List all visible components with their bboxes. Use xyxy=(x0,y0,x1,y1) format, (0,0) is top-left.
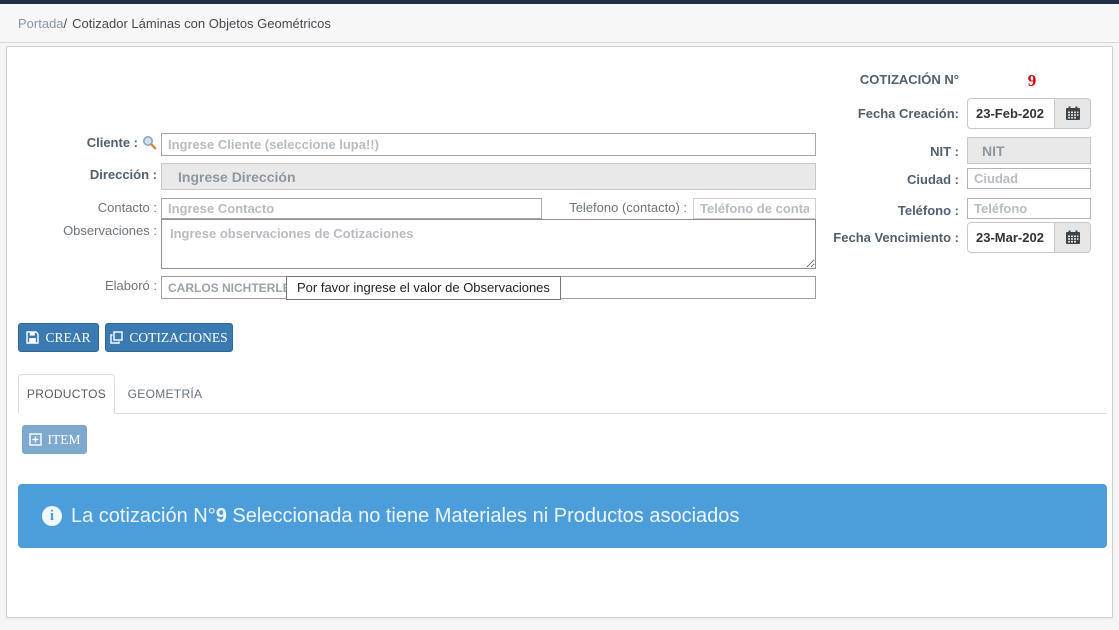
crear-button[interactable]: CREAR xyxy=(18,323,99,352)
fecha-vencimiento-input[interactable] xyxy=(968,223,1054,252)
tab-productos[interactable]: PRODUCTOS xyxy=(18,374,115,414)
fecha-creacion-label: Fecha Creación: xyxy=(707,105,959,123)
alert-text-suffix: Seleccionada no tiene Materiales ni Prod… xyxy=(227,505,740,527)
contacto-input[interactable] xyxy=(161,198,542,219)
fecha-creacion-field xyxy=(967,98,1091,129)
search-icon[interactable] xyxy=(142,135,157,150)
observaciones-label: Observaciones : xyxy=(7,223,157,238)
elaboro-label: Elaboró : xyxy=(7,278,157,293)
copy-icon xyxy=(110,331,123,344)
cotizaciones-button-label: COTIZACIONES xyxy=(129,330,227,346)
direccion-label: Dirección : xyxy=(7,167,157,182)
fecha-creacion-input[interactable] xyxy=(968,99,1054,128)
alert-text: La cotización N°9 Seleccionada no tiene … xyxy=(71,505,739,528)
breadcrumb-separator: / xyxy=(64,16,68,31)
telefono-input[interactable] xyxy=(967,198,1091,219)
alert-quote-number: 9 xyxy=(216,505,227,527)
contacto-label: Contacto : xyxy=(7,200,157,215)
crear-button-label: CREAR xyxy=(45,330,90,346)
cliente-label: Cliente : xyxy=(87,135,138,150)
ciudad-label: Ciudad : xyxy=(707,171,959,189)
breadcrumb-home-link[interactable]: Portada xyxy=(18,16,64,31)
info-alert: i La cotización N°9 Seleccionada no tien… xyxy=(18,484,1107,548)
item-button-label: ITEM xyxy=(48,432,81,448)
breadcrumb: Portada / Cotizador Láminas con Objetos … xyxy=(0,4,1119,43)
fecha-vencimiento-calendar-button[interactable] xyxy=(1054,223,1090,252)
validation-tooltip: Por favor ingrese el valor de Observacio… xyxy=(286,276,561,300)
tab-bar: PRODUCTOS GEOMETRÍA xyxy=(18,374,1107,414)
cotizacion-number-value: 9 xyxy=(1015,71,1049,91)
fecha-vencimiento-field xyxy=(967,222,1091,253)
info-icon: i xyxy=(42,506,62,526)
calendar-icon xyxy=(1065,106,1081,121)
ciudad-input[interactable] xyxy=(967,168,1091,189)
breadcrumb-current: Cotizador Láminas con Objetos Geométrico… xyxy=(72,16,331,31)
nit-label: NIT : xyxy=(707,143,959,161)
fecha-creacion-calendar-button[interactable] xyxy=(1054,99,1090,128)
tab-geometria-label: GEOMETRÍA xyxy=(128,387,203,401)
tab-geometria[interactable]: GEOMETRÍA xyxy=(115,374,215,414)
cliente-label-row: Cliente : xyxy=(7,135,157,150)
telefono-label: Teléfono : xyxy=(707,202,959,220)
cotizaciones-button[interactable]: COTIZACIONES xyxy=(105,323,233,352)
fecha-vencimiento-label: Fecha Vencimiento : xyxy=(707,229,959,247)
plus-square-icon xyxy=(29,433,42,446)
tab-productos-label: PRODUCTOS xyxy=(27,387,106,401)
main-panel: COTIZACIÓN N° 9 Fecha Creación: Clien xyxy=(6,46,1113,618)
nit-input xyxy=(967,137,1091,164)
telefono-contacto-label: Telefono (contacto) : xyxy=(539,200,687,215)
item-button[interactable]: ITEM xyxy=(22,425,87,454)
calendar-icon xyxy=(1065,230,1081,245)
cotizacion-number-label: COTIZACIÓN N° xyxy=(707,71,959,89)
save-icon xyxy=(26,331,39,344)
alert-text-prefix: La cotización N° xyxy=(71,505,216,527)
